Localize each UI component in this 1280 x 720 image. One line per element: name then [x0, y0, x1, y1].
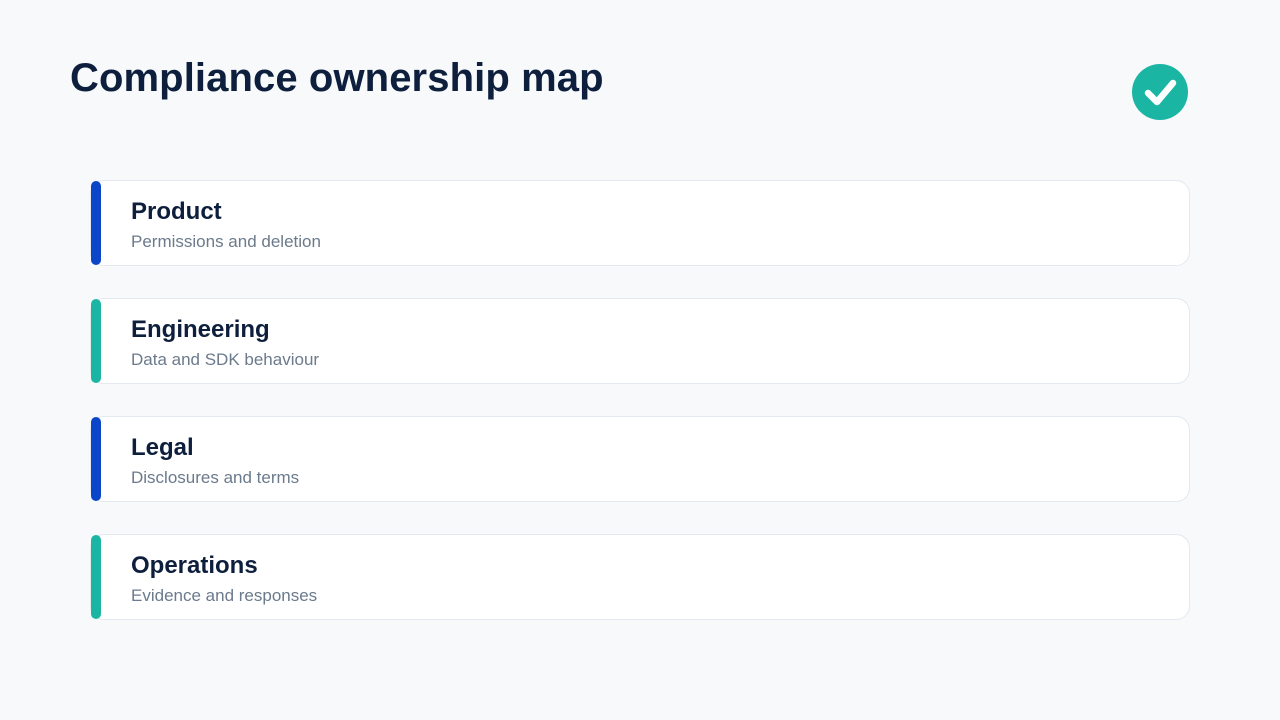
card-subtitle: Permissions and deletion	[131, 232, 321, 251]
card-title: Legal	[131, 434, 194, 461]
check-badge-circle	[1132, 64, 1188, 120]
card-accent-bar	[91, 417, 101, 501]
card-title: Operations	[131, 552, 258, 579]
card-accent-bar	[91, 181, 101, 265]
owner-card-engineering: Engineering Data and SDK behaviour	[90, 298, 1190, 384]
card-accent-bar	[91, 299, 101, 383]
card-title: Engineering	[131, 316, 270, 343]
card-subtitle: Evidence and responses	[131, 586, 318, 605]
check-badge	[1132, 64, 1188, 120]
owner-card-operations: Operations Evidence and responses	[90, 534, 1190, 620]
owner-card-product: Product Permissions and deletion	[90, 180, 1190, 266]
card-title: Product	[131, 198, 222, 225]
owner-card-legal: Legal Disclosures and terms	[90, 416, 1190, 502]
page-title: Compliance ownership map	[70, 56, 604, 100]
owner-list: Product Permissions and deletion Enginee…	[90, 180, 1190, 652]
card-subtitle: Disclosures and terms	[131, 468, 300, 487]
check-icon	[1132, 64, 1188, 120]
card-subtitle: Data and SDK behaviour	[131, 350, 320, 369]
card-accent-bar	[91, 535, 101, 619]
